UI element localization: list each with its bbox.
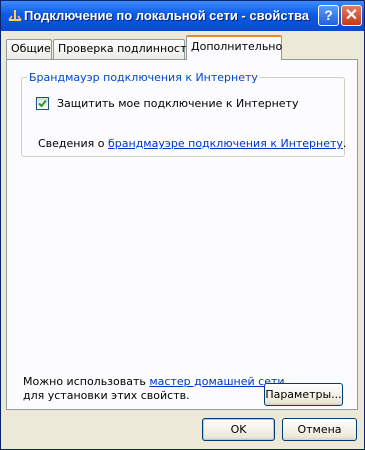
network-connection-icon — [8, 10, 22, 21]
ok-button[interactable]: OK — [202, 418, 275, 441]
firewall-groupbox: Брандмауэр подключения к Интернету Защит… — [21, 71, 346, 157]
home-network-prefix: Можно использовать — [23, 375, 150, 388]
window-title: Подключение по локальной сети - свойства — [24, 8, 310, 23]
properties-dialog: Подключение по локальной сети - свойства… — [0, 0, 365, 450]
home-network-line1: Можно использовать мастер домашней сети — [23, 375, 285, 389]
tab-advanced[interactable]: Дополнительно — [186, 35, 282, 60]
checkmark-icon — [38, 99, 47, 108]
home-network-text: Можно использовать мастер домашней сети … — [23, 375, 285, 403]
close-button[interactable]: ✕ — [341, 5, 362, 26]
info-suffix: . — [342, 137, 347, 150]
cancel-button[interactable]: Отмена — [282, 418, 357, 441]
tab-general[interactable]: Общие — [6, 39, 52, 59]
help-button[interactable]: ? — [318, 5, 339, 26]
protect-connection-checkbox[interactable] — [36, 97, 49, 110]
protect-connection-label[interactable]: Защитить мое подключение к Интернету — [57, 97, 298, 110]
firewall-help-link[interactable]: брандмауэре подключения к Интернету — [108, 137, 343, 150]
firewall-group-label: Брандмауэр подключения к Интернету — [27, 71, 260, 84]
info-prefix: Сведения о — [38, 137, 108, 150]
firewall-info-text: Сведения о брандмауэре подключения к Инт… — [38, 137, 346, 150]
tab-panel: Брандмауэр подключения к Интернету Защит… — [6, 59, 358, 410]
home-network-line2: для установки этих свойств. — [23, 389, 190, 402]
settings-button[interactable]: Параметры... — [264, 383, 343, 406]
title-bar[interactable]: Подключение по локальной сети - свойства… — [1, 1, 364, 31]
tab-authentication[interactable]: Проверка подлинности — [53, 39, 194, 59]
